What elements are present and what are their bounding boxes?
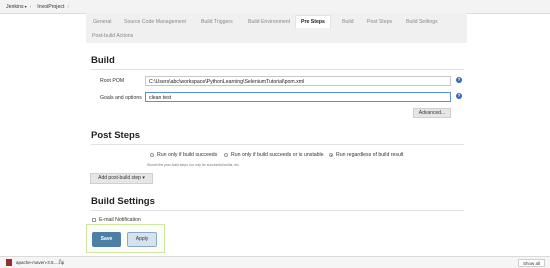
tab-pre-steps[interactable]: Pre Steps (295, 15, 331, 28)
section-divider (91, 69, 464, 70)
radio-run-if-unstable[interactable] (224, 153, 228, 157)
email-notification-checkbox[interactable] (92, 218, 96, 222)
email-notification-label[interactable]: E-mail Notification (99, 217, 141, 223)
radio-label[interactable]: Run regardless of build result (336, 152, 403, 158)
tab-build[interactable]: Build (342, 19, 354, 25)
breadcrumb-label[interactable]: InvoiProject (37, 4, 64, 10)
add-step-label[interactable]: Add post-build step (98, 175, 141, 181)
build-section-title: Build (91, 55, 115, 66)
section-divider (91, 210, 464, 211)
radio-label[interactable]: Run only if build succeeds (157, 152, 217, 158)
post-steps-hint: Should the post-build steps run only for… (147, 163, 240, 167)
tab-general[interactable]: General (93, 19, 111, 25)
tab-build-environment[interactable]: Build Environment (248, 19, 290, 25)
goals-input[interactable]: clean test (145, 92, 451, 102)
chevron-down-icon[interactable]: ▾ (25, 4, 27, 9)
apply-button[interactable]: Apply (127, 232, 157, 247)
chevron-up-icon[interactable]: ^ (59, 259, 61, 265)
post-steps-section-title: Post Steps (91, 130, 141, 141)
root-pom-input[interactable]: C:\Users\abc\workspace\PythonLearning\Se… (145, 76, 451, 86)
download-bar: apache-maven-3.5....zip ^ Show all (0, 256, 550, 268)
advanced-button[interactable]: Advanced... (413, 108, 451, 118)
help-icon[interactable]: ? (456, 77, 462, 83)
save-button[interactable]: Save (92, 232, 121, 247)
config-tabs: General Source Code Management Build Tri… (86, 13, 467, 43)
file-archive-icon (6, 259, 12, 266)
help-icon[interactable]: ? (456, 93, 462, 99)
download-item-label[interactable]: apache-maven-3.5....zip (16, 260, 64, 265)
breadcrumb-separator-icon: › (67, 3, 70, 10)
goals-label: Goals and options (100, 95, 142, 101)
breadcrumb: Jenkins ▾ › InvoiProject › (0, 0, 550, 14)
breadcrumb-label[interactable]: Jenkins (6, 4, 24, 10)
add-post-build-step-button[interactable]: Add post-build step ▾ (90, 173, 153, 184)
breadcrumb-item-jenkins[interactable]: Jenkins ▾ › (0, 4, 31, 10)
tab-post-build-actions[interactable]: Post-build Actions (92, 33, 133, 39)
root-pom-label: Root POM (100, 78, 125, 84)
section-divider (91, 144, 464, 145)
show-all-button[interactable]: Show all (518, 259, 545, 267)
tab-build-settings[interactable]: Build Settings (406, 19, 438, 25)
chevron-down-icon[interactable]: ▾ (142, 175, 145, 181)
radio-run-regardless[interactable] (329, 153, 333, 157)
radio-label[interactable]: Run only if build succeeds or is unstabl… (231, 152, 324, 158)
tab-build-triggers[interactable]: Build Triggers (201, 19, 233, 25)
radio-run-if-succeeds[interactable] (150, 153, 154, 157)
tab-post-steps[interactable]: Post Steps (367, 19, 392, 25)
build-settings-section-title: Build Settings (91, 196, 155, 207)
tab-source-code-management[interactable]: Source Code Management (124, 19, 186, 25)
breadcrumb-item-project[interactable]: InvoiProject › (31, 4, 69, 10)
